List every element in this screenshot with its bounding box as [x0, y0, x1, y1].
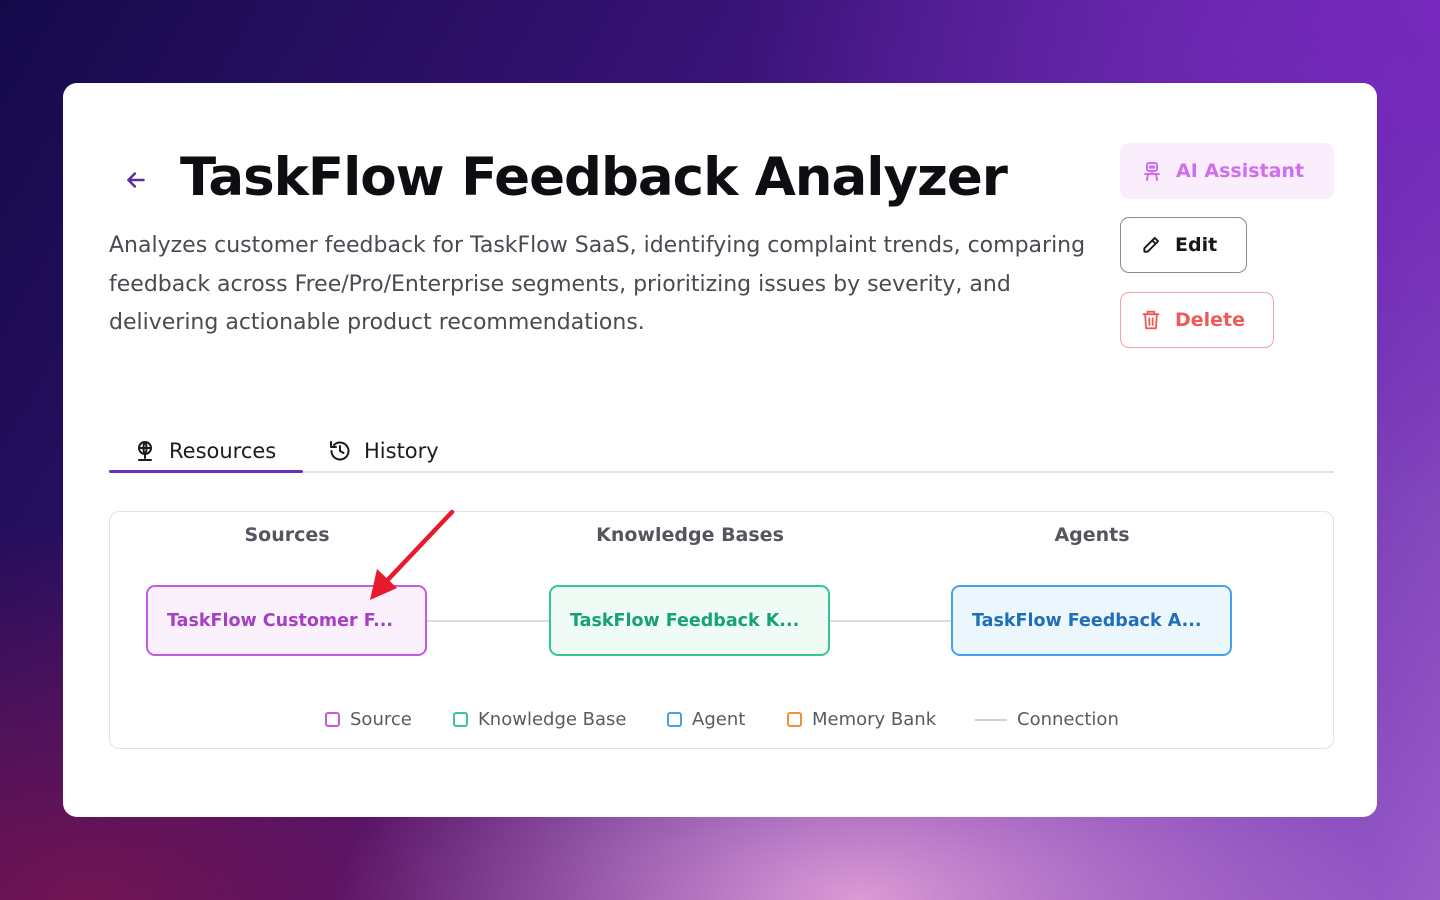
- knowledge-base-swatch: [453, 712, 468, 727]
- graph-legend: Source Knowledge Base Agent Memory Bank …: [110, 709, 1333, 735]
- knowledge-base-node[interactable]: TaskFlow Feedback K...: [549, 585, 830, 656]
- arrow-left-icon: [127, 172, 145, 188]
- connection-swatch: [975, 718, 1007, 721]
- tab-resources[interactable]: Resources: [133, 431, 276, 471]
- history-icon: [330, 441, 350, 461]
- column-title-knowledge-bases: Knowledge Bases: [596, 524, 784, 546]
- legend-item-connection: Connection: [975, 709, 1119, 730]
- ai-assistant-label: AI Assistant: [1176, 160, 1305, 182]
- tab-history[interactable]: History: [328, 431, 439, 471]
- legend-label: Knowledge Base: [478, 709, 627, 730]
- ai-assistant-button[interactable]: AI Assistant: [1120, 143, 1334, 199]
- pencil-icon: [1143, 237, 1159, 253]
- legend-label: Connection: [1017, 709, 1119, 730]
- legend-item-knowledge-base: Knowledge Base: [453, 709, 627, 730]
- legend-item-source: Source: [325, 709, 412, 730]
- legend-label: Agent: [692, 709, 746, 730]
- connection-source-to-kb: [427, 620, 549, 622]
- tab-resources-label: Resources: [169, 439, 277, 463]
- trash-icon: [1142, 310, 1160, 330]
- source-node[interactable]: TaskFlow Customer F...: [146, 585, 427, 656]
- page-title: TaskFlow Feedback Analyzer: [180, 147, 1008, 208]
- legend-item-agent: Agent: [667, 709, 745, 730]
- active-tab-indicator: [109, 470, 303, 473]
- column-title-agents: Agents: [1054, 524, 1130, 546]
- column-title-sources: Sources: [244, 524, 330, 546]
- edit-label: Edit: [1175, 234, 1218, 256]
- page-description: Analyzes customer feedback for TaskFlow …: [109, 233, 1086, 335]
- globe-stand-icon: [138, 441, 152, 461]
- agent-node[interactable]: TaskFlow Feedback A...: [951, 585, 1232, 656]
- legend-label: Source: [350, 709, 412, 730]
- legend-label: Memory Bank: [812, 709, 937, 730]
- agent-swatch: [667, 712, 682, 727]
- resource-detail-card: TaskFlow Feedback Analyzer Analyzes cust…: [63, 83, 1377, 817]
- delete-button[interactable]: Delete: [1120, 292, 1274, 348]
- legend-item-memory-bank: Memory Bank: [787, 709, 936, 730]
- tab-history-label: History: [364, 439, 439, 463]
- edit-button[interactable]: Edit: [1120, 217, 1247, 273]
- connection-kb-to-agent: [830, 620, 951, 622]
- source-swatch: [325, 712, 340, 727]
- delete-label: Delete: [1175, 309, 1246, 331]
- memory-bank-swatch: [787, 712, 802, 727]
- back-button[interactable]: [121, 165, 151, 195]
- robot-icon: [1144, 162, 1160, 181]
- resource-graph: Sources Knowledge Bases Agents TaskFlow …: [109, 511, 1334, 749]
